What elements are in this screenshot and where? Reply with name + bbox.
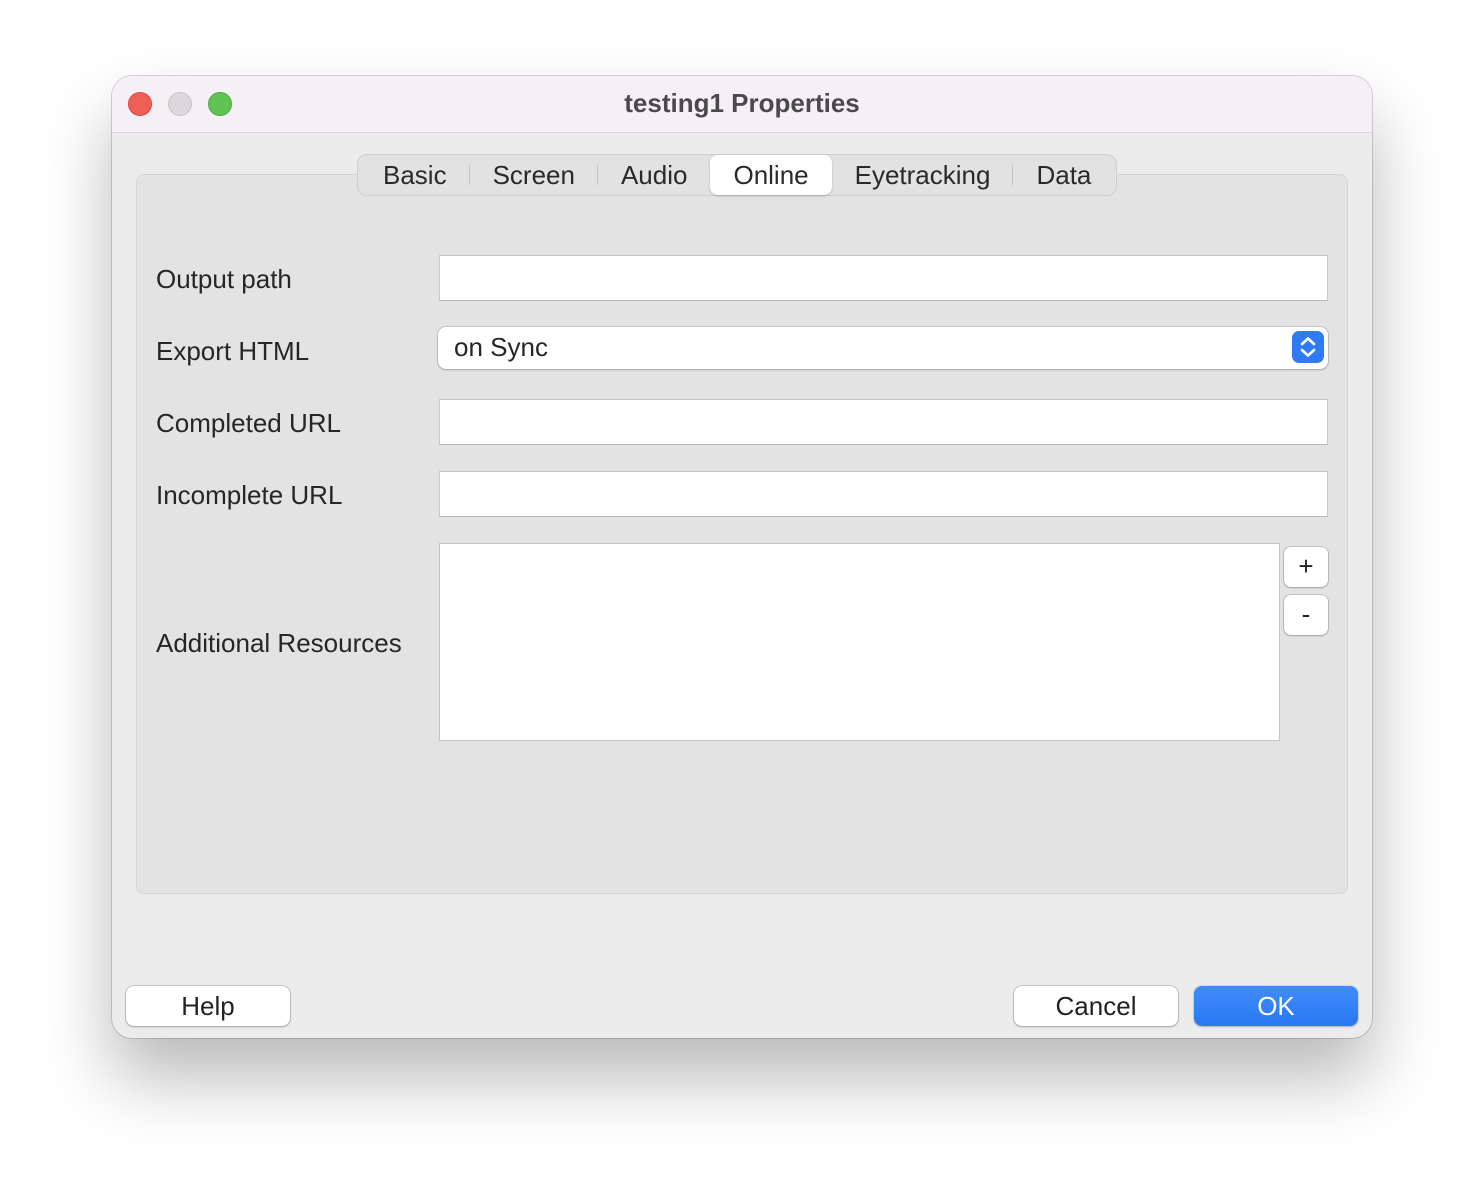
maximize-window-button[interactable] — [208, 92, 232, 116]
additional-resources-label: Additional Resources — [156, 628, 402, 658]
window-title: testing1 Properties — [624, 88, 860, 118]
ok-button[interactable]: OK — [1194, 986, 1358, 1026]
title-bar[interactable]: testing1 Properties — [112, 76, 1372, 133]
tab-bar: Basic Screen Audio Online Eyetracking Da… — [357, 154, 1118, 196]
incomplete-url-input[interactable] — [439, 471, 1328, 517]
add-resource-button[interactable]: + — [1284, 547, 1328, 587]
help-button[interactable]: Help — [126, 986, 290, 1026]
completed-url-input[interactable] — [439, 399, 1328, 445]
tab-eyetracking[interactable]: Eyetracking — [832, 155, 1014, 195]
export-html-select[interactable]: on Sync — [438, 327, 1328, 369]
remove-resource-button[interactable]: - — [1284, 595, 1328, 635]
completed-url-label: Completed URL — [156, 408, 341, 438]
chevron-up-down-icon — [1292, 331, 1324, 363]
tab-online[interactable]: Online — [710, 155, 832, 195]
minimize-window-button[interactable] — [168, 92, 192, 116]
properties-dialog: testing1 Properties Basic Screen Audio O… — [112, 76, 1372, 1038]
cancel-button[interactable]: Cancel — [1014, 986, 1178, 1026]
incomplete-url-label: Incomplete URL — [156, 480, 343, 510]
output-path-label: Output path — [156, 264, 292, 294]
export-html-label: Export HTML — [156, 336, 310, 366]
export-html-selected-value: on Sync — [454, 332, 548, 362]
close-window-button[interactable] — [128, 92, 152, 116]
additional-resources-list[interactable] — [439, 543, 1280, 741]
tab-screen[interactable]: Screen — [470, 155, 599, 195]
tab-data[interactable]: Data — [1013, 155, 1114, 195]
tab-audio[interactable]: Audio — [598, 155, 711, 195]
tab-basic[interactable]: Basic — [360, 155, 470, 195]
output-path-input[interactable] — [439, 255, 1328, 301]
